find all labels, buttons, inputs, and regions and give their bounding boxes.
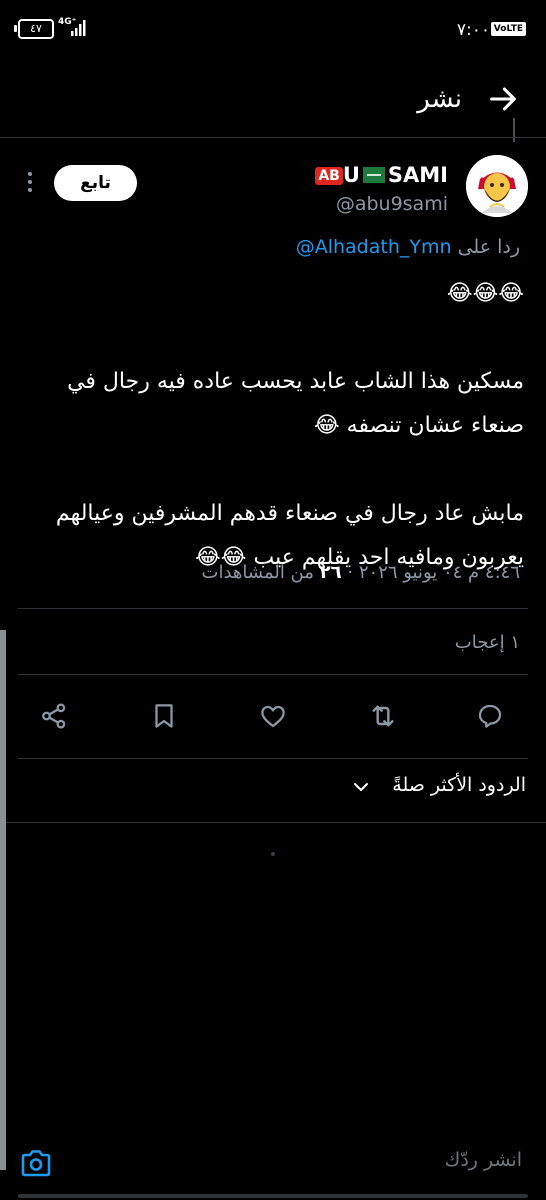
author-handle[interactable]: @abu9sami — [336, 193, 448, 215]
divider — [0, 137, 546, 138]
saudi-flag-icon — [362, 167, 385, 183]
like-icon — [261, 705, 285, 728]
status-time: ٧:٠٠ — [456, 20, 490, 40]
name-badge: AB — [315, 167, 343, 185]
divider — [0, 822, 546, 823]
tweet-timestamp[interactable]: ٤:٤٦ م ٠٤ يونيو ٢٠٢٦ · — [347, 562, 520, 583]
like-label: إعجاب — [454, 632, 505, 653]
views-label: من المشاهدات — [201, 562, 314, 583]
reply-context: ردا على @Alhadath_Ymn — [296, 236, 520, 258]
replies-sort-dropdown[interactable]: الردود الأكثر صلةً — [392, 774, 526, 796]
more-options-icon[interactable] — [26, 171, 34, 193]
signal-icon — [71, 20, 86, 36]
divider — [18, 608, 528, 609]
avatar[interactable] — [466, 155, 528, 217]
page-title: نشر — [417, 84, 462, 114]
battery-tip — [14, 25, 17, 32]
status-bar: ٧:٠٠ VoLTE ٤٧ 4G⁺ — [0, 0, 546, 62]
divider — [18, 758, 528, 759]
like-count: ١ — [510, 632, 520, 653]
bookmark-icon — [155, 704, 173, 728]
follow-button[interactable]: تابع — [54, 165, 137, 201]
view-count: ٢٦ — [319, 562, 342, 583]
reply-prefix: ردا على — [457, 236, 520, 258]
author-name[interactable]: AB U SAMI — [315, 163, 448, 187]
compose-reply-bar: انشر ردّك — [0, 1132, 546, 1192]
tweet-meta: ٤:٤٦ م ٠٤ يونيو ٢٠٢٦ · ٢٦ من المشاهدات — [202, 562, 520, 583]
bookmark-button[interactable] — [142, 694, 186, 738]
name-suffix: SAMI — [387, 163, 448, 187]
reply-icon — [478, 704, 502, 728]
reply-input[interactable]: انشر ردّك — [445, 1149, 522, 1171]
top-bar: نشر — [0, 62, 546, 136]
retweet-icon — [372, 705, 394, 727]
thread-connector — [513, 118, 515, 142]
action-bar — [0, 694, 546, 738]
scrollbar[interactable] — [0, 630, 6, 1170]
chevron-down-icon[interactable] — [352, 778, 370, 796]
mention-link[interactable]: @Alhadath_Ymn — [296, 236, 452, 258]
camera-icon[interactable] — [20, 1148, 52, 1178]
retweet-button[interactable] — [361, 694, 405, 738]
share-icon — [42, 703, 66, 729]
battery-icon: ٤٧ — [18, 19, 54, 39]
share-button[interactable] — [32, 694, 76, 738]
tweet-text: 😂😂😂 مسكين هذا الشاب عابد يحسب عاده فيه ر… — [55, 281, 524, 570]
arrow-right-icon[interactable] — [486, 82, 520, 116]
loading-indicator — [271, 852, 275, 856]
likes-summary[interactable]: ١ إعجاب — [455, 632, 520, 653]
name-middle: U — [342, 163, 360, 187]
like-button[interactable] — [251, 694, 295, 738]
battery-level: ٤٧ — [30, 22, 42, 35]
reply-button[interactable] — [468, 694, 512, 738]
divider — [18, 674, 528, 675]
volte-badge: VoLTE — [490, 22, 526, 36]
home-indicator — [18, 1194, 528, 1198]
bearded-man-emoji-avatar — [466, 155, 528, 217]
